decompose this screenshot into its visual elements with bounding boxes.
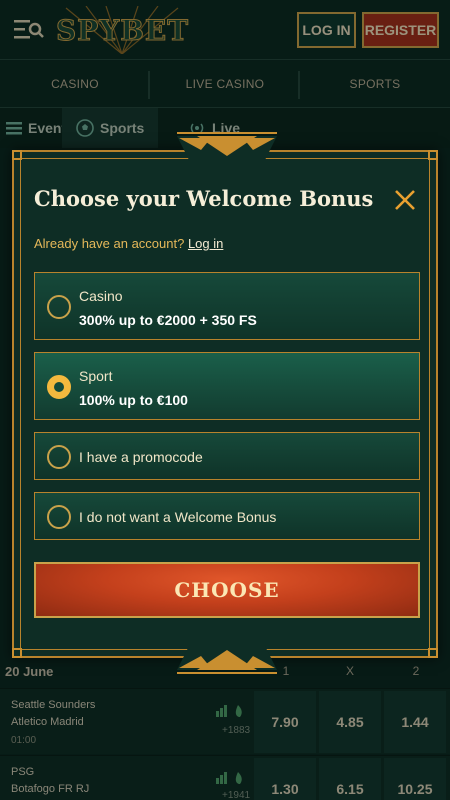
- top-ornament-icon: [177, 132, 277, 160]
- option-detail: 100% up to €100: [79, 392, 188, 408]
- bonus-option-none[interactable]: I do not want a Welcome Bonus: [34, 492, 420, 540]
- option-label: I do not want a Welcome Bonus: [79, 509, 277, 525]
- account-prompt: Already have an account? Log in: [34, 236, 223, 251]
- choose-button[interactable]: CHOOSE: [34, 562, 420, 618]
- bonus-option-casino[interactable]: Casino 300% up to €2000 + 350 FS: [34, 272, 420, 340]
- option-label: Sport: [79, 368, 113, 384]
- modal-title: Choose your Welcome Bonus: [34, 186, 374, 211]
- radio-button-selected[interactable]: [47, 375, 71, 399]
- bonus-option-promocode[interactable]: I have a promocode: [34, 432, 420, 480]
- radio-button[interactable]: [47, 445, 71, 469]
- corner-ornament: [428, 150, 438, 160]
- welcome-bonus-modal: Choose your Welcome Bonus Already have a…: [12, 132, 438, 674]
- login-link[interactable]: Log in: [188, 236, 223, 251]
- account-prompt-text: Already have an account?: [34, 236, 185, 251]
- bonus-option-sport[interactable]: Sport 100% up to €100: [34, 352, 420, 420]
- corner-ornament: [428, 648, 438, 658]
- bottom-ornament-icon: [177, 646, 277, 674]
- option-detail: 300% up to €2000 + 350 FS: [79, 312, 257, 328]
- option-label: I have a promocode: [79, 449, 203, 465]
- corner-ornament: [12, 648, 22, 658]
- radio-button[interactable]: [47, 505, 71, 529]
- radio-button[interactable]: [47, 295, 71, 319]
- corner-ornament: [12, 150, 22, 160]
- option-label: Casino: [79, 288, 123, 304]
- close-icon[interactable]: [391, 186, 419, 214]
